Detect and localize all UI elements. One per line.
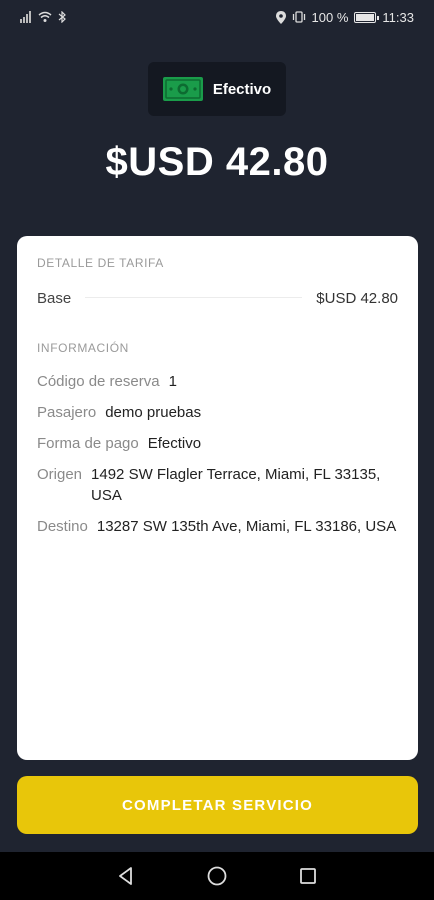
bluetooth-icon <box>58 11 66 23</box>
info-row-passenger: Pasajero demo pruebas <box>37 402 398 423</box>
info-value: 1 <box>168 373 177 390</box>
signal-icon <box>20 11 32 23</box>
info-row-destination: Destino 13287 SW 135th Ave, Miami, FL 33… <box>37 516 398 537</box>
info-key: Pasajero <box>37 404 97 421</box>
info-list: Código de reserva 1 Pasajero demo prueba… <box>37 371 398 537</box>
complete-service-button[interactable]: COMPLETAR SERVICIO <box>17 776 418 834</box>
fare-detail-title: DETALLE DE TARIFA <box>37 256 164 270</box>
payment-method-label: Efectivo <box>212 80 272 98</box>
info-value: 1492 SW Flagler Terrace, Miami, FL 33135… <box>91 466 381 504</box>
info-key: Código de reserva <box>37 373 160 390</box>
info-row-payment: Forma de pago Efectivo <box>37 433 398 454</box>
battery-level <box>356 13 375 21</box>
cash-icon <box>162 77 203 101</box>
info-key: Destino <box>37 518 88 535</box>
location-icon <box>275 10 286 24</box>
divider <box>85 297 303 298</box>
info-row-reservation: Código de reserva 1 <box>37 371 398 392</box>
battery-icon <box>354 11 380 23</box>
base-fare-label: Base <box>37 290 72 307</box>
system-nav-bar <box>0 852 434 900</box>
info-value: Efectivo <box>147 435 202 452</box>
clock: 11:33 <box>382 9 414 25</box>
info-value: 13287 SW 135th Ave, Miami, FL 33186, USA <box>96 518 397 535</box>
info-row-origin: Origen 1492 SW Flagler Terrace, Miami, F… <box>37 464 398 506</box>
vibrate-icon <box>292 11 306 23</box>
status-bar: 100 % 11:33 <box>0 0 434 34</box>
total-amount: $USD 42.80 <box>105 140 329 184</box>
wifi-icon <box>38 11 52 23</box>
info-key: Forma de pago <box>37 435 139 452</box>
status-left <box>20 11 66 23</box>
fare-detail-card: DETALLE DE TARIFA Base $USD 42.80 INFORM… <box>17 236 418 760</box>
home-icon[interactable] <box>205 864 229 888</box>
base-fare-row: Base $USD 42.80 <box>37 290 398 307</box>
battery-percent: 100 % <box>311 9 349 25</box>
back-icon[interactable] <box>114 864 138 888</box>
base-fare-value: $USD 42.80 <box>316 290 398 307</box>
info-key: Origen <box>37 466 83 483</box>
payment-method-chip: Efectivo <box>148 62 286 116</box>
recents-icon[interactable] <box>296 864 320 888</box>
status-right: 100 % 11:33 <box>275 9 414 25</box>
info-title: INFORMACIÓN <box>37 341 129 355</box>
info-value: demo pruebas <box>105 404 202 421</box>
